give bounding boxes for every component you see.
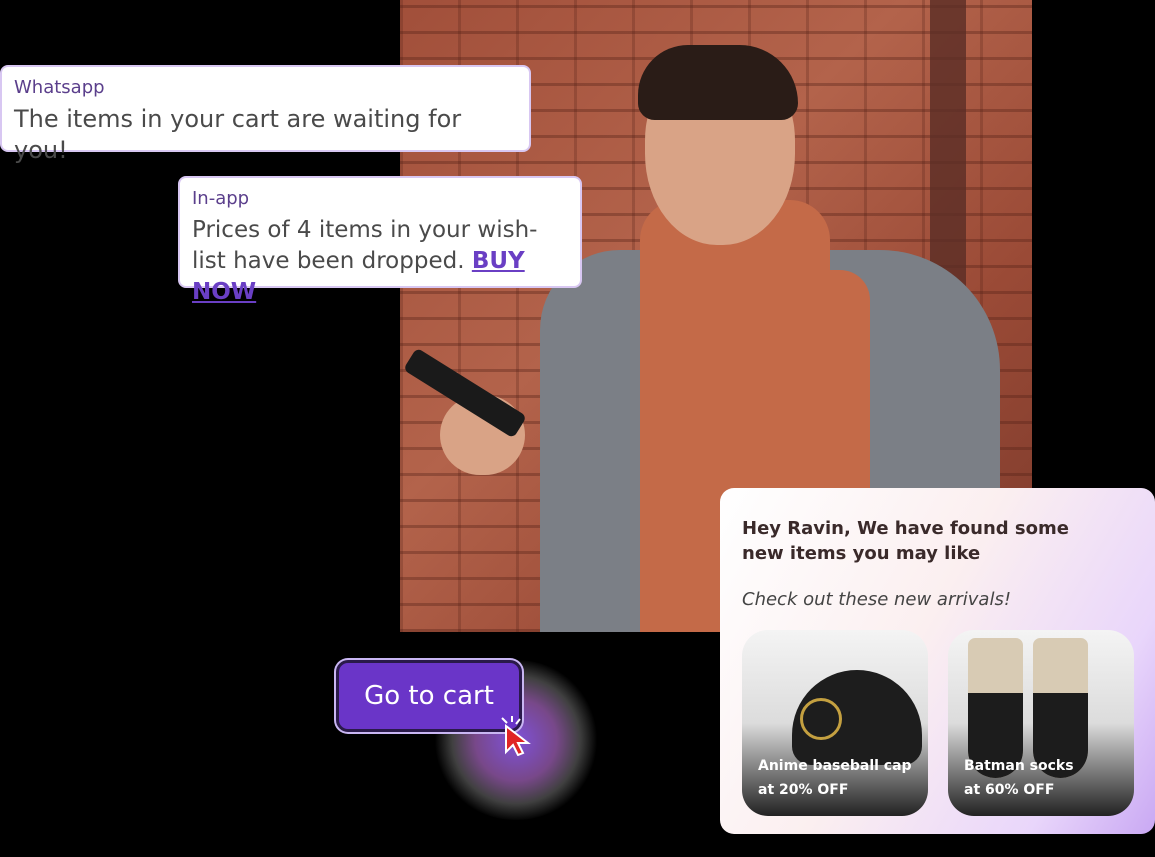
product-name: Batman socks bbox=[964, 758, 1074, 774]
photo-hair bbox=[638, 45, 798, 120]
go-to-cart-button[interactable]: Go to cart bbox=[336, 660, 522, 732]
recommendation-subtitle: Check out these new arrivals! bbox=[742, 589, 1012, 610]
product-card-cap[interactable]: Anime baseball cap at 20% OFF bbox=[742, 630, 928, 816]
notification-channel: In-app bbox=[192, 188, 250, 209]
product-discount: at 60% OFF bbox=[964, 782, 1055, 798]
cap-image bbox=[792, 670, 922, 765]
product-discount: at 20% OFF bbox=[758, 782, 849, 798]
recommendation-title: Hey Ravin, We have found some new items … bbox=[742, 518, 1069, 564]
recommendation-card: Hey Ravin, We have found some new items … bbox=[720, 488, 1155, 834]
notification-channel: Whatsapp bbox=[14, 77, 105, 98]
whatsapp-notification: Whatsapp The items in your cart are wait… bbox=[0, 65, 531, 164]
notification-message: Prices of 4 items in your wish-list have… bbox=[192, 215, 568, 308]
product-card-socks[interactable]: Batman socks at 60% OFF bbox=[948, 630, 1134, 816]
cursor-icon bbox=[501, 716, 531, 756]
inapp-notification: In-app Prices of 4 items in your wish-li… bbox=[178, 176, 582, 305]
product-list: Anime baseball cap at 20% OFF Batman soc… bbox=[742, 630, 1134, 816]
notification-message: The items in your cart are waiting for y… bbox=[14, 105, 462, 164]
product-label: Batman socks at 60% OFF bbox=[964, 754, 1074, 802]
product-label: Anime baseball cap at 20% OFF bbox=[758, 754, 912, 802]
product-name: Anime baseball cap bbox=[758, 758, 912, 774]
